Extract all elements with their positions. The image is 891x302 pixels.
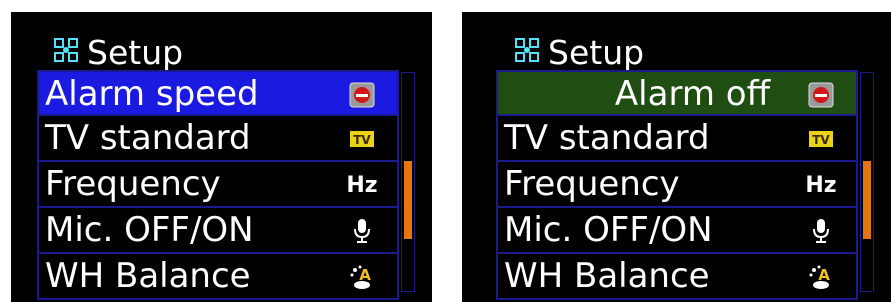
white-balance-icon: A: [349, 264, 375, 290]
menu-item-label: TV standard: [504, 118, 710, 158]
menu-item-mic[interactable]: Mic. OFF/ON: [496, 208, 858, 254]
menu-item-wh-balance[interactable]: WH Balance A: [37, 254, 399, 300]
menu-item-mic[interactable]: Mic. OFF/ON: [37, 208, 399, 254]
menu-item-alarm-off[interactable]: Alarm off: [496, 70, 858, 116]
menu-item-label: Mic. OFF/ON: [45, 210, 254, 250]
scrollbar[interactable]: [860, 72, 874, 292]
hz-icon-text: Hz: [346, 172, 378, 198]
menu-header: Setup: [53, 32, 183, 72]
alarm-icon: [808, 82, 834, 108]
menu-item-label: TV standard: [45, 118, 251, 158]
hz-icon-text: Hz: [805, 172, 837, 198]
menu-header: Setup: [514, 32, 644, 72]
white-balance-icon: A: [808, 264, 834, 290]
menu-item-tv-standard[interactable]: TV standard TV: [37, 116, 399, 162]
menu-title: Setup: [87, 32, 184, 72]
setup-menu-panel-right: Setup Alarm off TV standard TV Frequency…: [462, 12, 891, 302]
menu-item-label: Frequency: [504, 164, 680, 204]
microphone-icon: [349, 218, 375, 244]
scrollbar-thumb[interactable]: [863, 161, 871, 239]
menu-item-wh-balance[interactable]: WH Balance A: [496, 254, 858, 300]
setup-menu-panel-left: Setup Alarm speed TV standard TV Frequen…: [11, 12, 432, 302]
menu-item-tv-standard[interactable]: TV standard TV: [496, 116, 858, 162]
setup-grid-icon: [53, 37, 79, 67]
menu-item-label: Alarm off: [614, 74, 770, 114]
menu-item-label: WH Balance: [504, 256, 710, 296]
tv-standard-icon: TV: [349, 126, 375, 152]
menu-item-label: WH Balance: [45, 256, 251, 296]
menu-item-frequency[interactable]: Frequency Hz: [37, 162, 399, 208]
menu-list: Alarm off TV standard TV Frequency Hz Mi…: [496, 70, 858, 300]
menu-item-label: Alarm speed: [45, 74, 259, 114]
microphone-icon: [808, 218, 834, 244]
menu-item-alarm-speed[interactable]: Alarm speed: [37, 70, 399, 116]
menu-item-frequency[interactable]: Frequency Hz: [496, 162, 858, 208]
scrollbar[interactable]: [401, 72, 415, 292]
alarm-icon: [349, 82, 375, 108]
menu-title: Setup: [548, 32, 645, 72]
svg-text:TV: TV: [353, 133, 371, 147]
svg-text:TV: TV: [812, 133, 830, 147]
hz-icon: Hz: [805, 172, 837, 198]
hz-icon: Hz: [346, 172, 378, 198]
tv-standard-icon: TV: [808, 126, 834, 152]
menu-item-label: Frequency: [45, 164, 221, 204]
menu-list: Alarm speed TV standard TV Frequency Hz …: [37, 70, 399, 300]
menu-item-label: Mic. OFF/ON: [504, 210, 713, 250]
scrollbar-thumb[interactable]: [404, 161, 412, 239]
setup-grid-icon: [514, 37, 540, 67]
